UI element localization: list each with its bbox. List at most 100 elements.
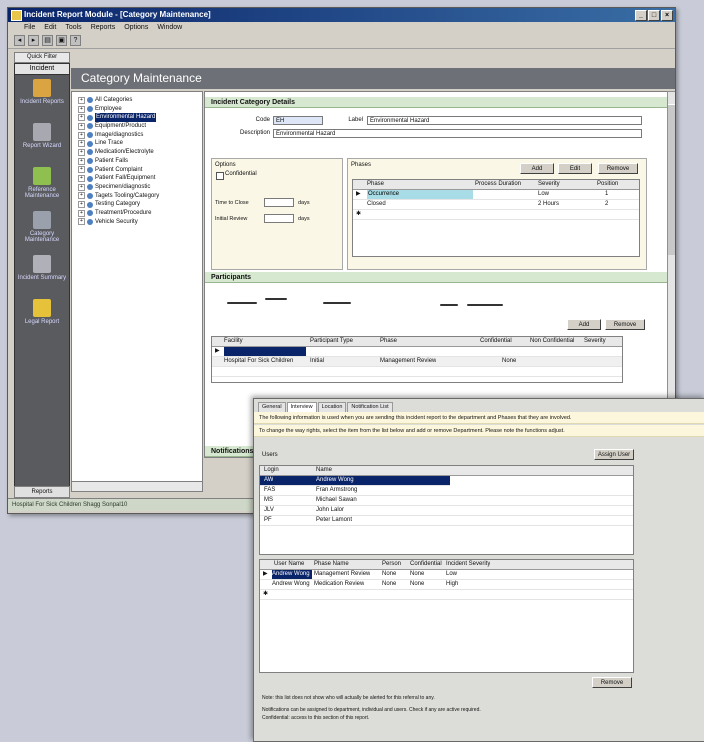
tree-item[interactable]: + Patient Fall/Equipment (72, 174, 202, 183)
tab-general[interactable]: General (258, 402, 286, 412)
tree-item[interactable]: + Environmental Hazard (72, 113, 202, 123)
scrollbar-thumb[interactable] (668, 104, 675, 255)
reports-button[interactable]: Reports (14, 486, 70, 498)
phase-edit-button[interactable]: Edit (558, 163, 592, 174)
expand-icon[interactable]: + (78, 140, 85, 148)
incident-summary-icon (33, 255, 51, 273)
phases-grid: Phase Process Duration Severity Position… (352, 179, 640, 257)
tree-item-label: Patient Complaint (95, 166, 143, 173)
redacted-text (227, 302, 257, 304)
info-note: The following information is used when y… (254, 412, 704, 424)
nav-header[interactable]: Incident (15, 64, 69, 75)
tree-item[interactable]: + Image/diagnostics (72, 131, 202, 140)
list-item[interactable]: JLV John Lalor (260, 506, 633, 516)
minimize-button[interactable]: _ (635, 10, 647, 21)
table-row[interactable] (212, 367, 622, 377)
expand-icon[interactable]: + (78, 148, 85, 156)
list-item[interactable]: AW Andrew Wong (260, 476, 450, 486)
tree-item[interactable]: + Specimen/diagnostic (72, 183, 202, 192)
nav-item-reference-maintenance[interactable]: Reference Maintenance (15, 163, 69, 207)
tree-item[interactable]: + Patient Complaint (72, 166, 202, 175)
tree-item[interactable]: + Equipment/Product (72, 122, 202, 131)
time-to-close-input[interactable] (264, 198, 294, 207)
tab-interview[interactable]: Interview (286, 402, 317, 412)
list-item[interactable]: FAS Fran Armstrong (260, 486, 633, 496)
menu-reports[interactable]: Reports (91, 22, 116, 33)
assign-user-button[interactable]: Assign User (594, 449, 634, 460)
expand-icon[interactable]: + (78, 157, 85, 165)
phase-remove-button[interactable]: Remove (598, 163, 638, 174)
expand-icon[interactable]: + (78, 192, 85, 200)
close-button[interactable]: × (661, 10, 673, 21)
phase-cell: Management Review (380, 358, 437, 364)
table-row[interactable]: Andrew Wong Medication Review None None … (260, 580, 633, 590)
tree-item[interactable]: + Treatment/Procedure (72, 209, 202, 218)
list-item[interactable]: MS Michael Sawan (260, 496, 633, 506)
table-row[interactable]: ▶ Andrew Wong Management Review None Non… (260, 570, 633, 580)
table-row-new[interactable]: ✱ (260, 590, 633, 600)
phase-add-button[interactable]: Add (520, 163, 554, 174)
expand-icon[interactable]: + (78, 209, 85, 217)
tree-item[interactable]: + Patient Falls (72, 157, 202, 166)
tree-item[interactable]: + Line Trace (72, 139, 202, 148)
menu-edit[interactable]: Edit (44, 22, 56, 33)
expand-icon[interactable]: + (78, 122, 85, 130)
save-icon[interactable]: ▣ (56, 35, 67, 46)
initial-review-input[interactable] (264, 214, 294, 223)
expand-icon[interactable]: + (78, 105, 85, 113)
back-icon[interactable]: ◂ (14, 35, 25, 46)
tree-item[interactable]: + Tagets Tooling/Category (72, 192, 202, 201)
facility-cell-selected[interactable] (224, 347, 306, 356)
expand-icon[interactable]: + (78, 218, 85, 226)
print-icon[interactable]: ▤ (42, 35, 53, 46)
nav-label: Incident Reports (20, 99, 64, 105)
table-row-new[interactable]: ✱ (353, 210, 639, 220)
label-input[interactable]: Environmental Hazard (367, 116, 642, 125)
confidential-checkbox[interactable] (216, 172, 224, 180)
help-icon[interactable]: ? (70, 35, 81, 46)
table-row[interactable]: ▶ Occurrence Low 1 (353, 190, 639, 200)
nav-item-report-wizard[interactable]: Report Wizard (15, 119, 69, 163)
expand-icon[interactable]: + (78, 166, 85, 174)
tree-item[interactable]: + Medication/Electrolyte (72, 148, 202, 157)
table-row[interactable]: Closed 2 Hours 2 (353, 200, 639, 210)
menu-file[interactable]: File (24, 22, 35, 33)
tree-item[interactable]: + Testing Category (72, 200, 202, 209)
maximize-button[interactable]: □ (648, 10, 660, 21)
user-name-cell[interactable]: Andrew Wong (272, 570, 312, 579)
table-row[interactable]: Hospital For Sick Children Initial Manag… (212, 357, 622, 367)
table-row[interactable]: ▶ (212, 347, 622, 357)
tree-horizontal-scrollbar[interactable] (71, 481, 203, 492)
nav-item-incident-summary[interactable]: Incident Summary (15, 251, 69, 295)
tree-item[interactable]: + Employee (72, 105, 202, 114)
expand-icon[interactable]: + (78, 175, 85, 183)
expand-icon[interactable]: + (78, 131, 85, 139)
nav-item-legal-report[interactable]: Legal Report (15, 295, 69, 339)
nav-item-incident-reports[interactable]: Incident Reports (15, 75, 69, 119)
expand-icon[interactable]: + (78, 201, 85, 209)
tab-location[interactable]: Location (317, 402, 347, 412)
nav-item-category-maintenance[interactable]: Category Maintenance (15, 207, 69, 251)
phase-cell[interactable]: Occurrence (367, 190, 473, 199)
menu-window[interactable]: Window (157, 22, 182, 33)
outlook-bar: Incident Incident Reports Report Wizard … (14, 63, 70, 488)
participant-remove-button[interactable]: Remove (605, 319, 645, 330)
expand-icon[interactable]: + (78, 183, 85, 191)
report-wizard-icon (33, 123, 51, 141)
expand-icon[interactable]: + (78, 96, 85, 104)
menu-options[interactable]: Options (124, 22, 148, 33)
forward-icon[interactable]: ▸ (28, 35, 39, 46)
menu-tools[interactable]: Tools (65, 22, 81, 33)
tab-notification-list[interactable]: Notification List (347, 402, 393, 412)
category-icon (87, 166, 93, 173)
tree-item[interactable]: + Vehicle Security (72, 218, 202, 227)
expand-icon[interactable]: + (78, 114, 85, 122)
list-item[interactable]: PF Peter Lamont (260, 516, 633, 526)
quick-filter-tab[interactable]: Quick Filter (14, 52, 70, 63)
tree-item[interactable]: + All Categories (72, 96, 202, 105)
phases-header-row: Phase Process Duration Severity Position (353, 180, 639, 190)
description-input[interactable]: Environmental Hazard (273, 129, 642, 138)
participant-add-button[interactable]: Add (567, 319, 601, 330)
remove-button[interactable]: Remove (592, 677, 632, 688)
code-input[interactable]: EH (273, 116, 323, 125)
